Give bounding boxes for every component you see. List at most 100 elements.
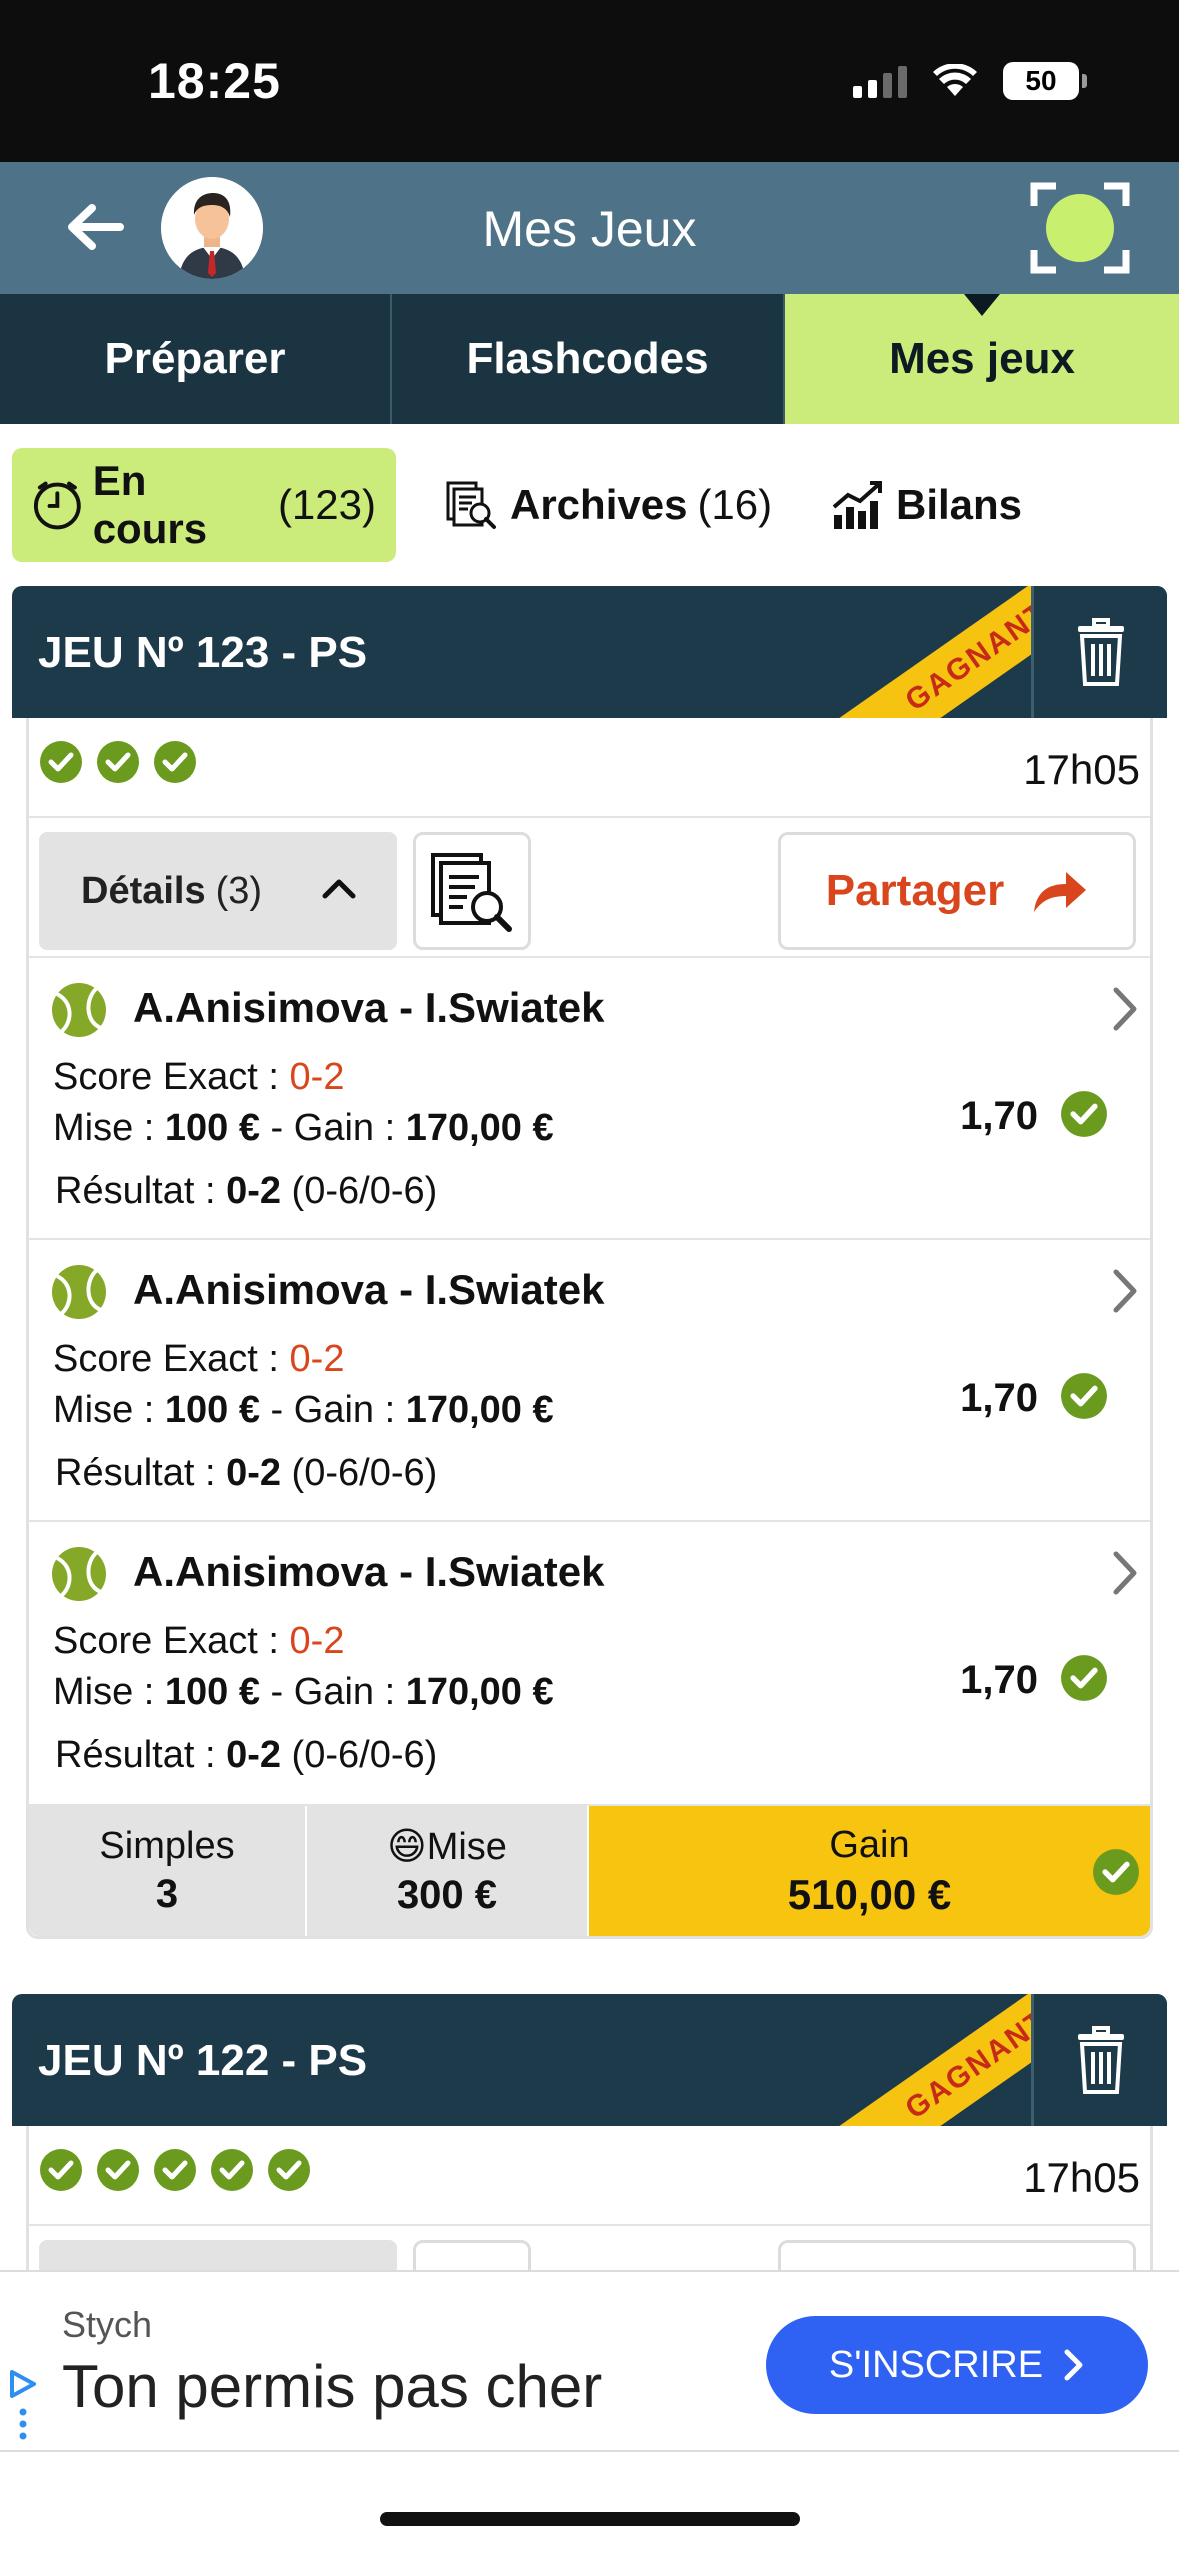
clock-icon xyxy=(33,481,81,530)
match-name: A.Anisimova - I.Swiatek xyxy=(133,984,605,1031)
chevron-right-icon xyxy=(1113,1269,1137,1313)
scan-qr-icon[interactable] xyxy=(1030,180,1130,276)
check-circle-icon xyxy=(97,741,139,783)
bet-result: Résultat : 0-2 (0-6/0-6) xyxy=(55,1452,438,1494)
chevron-up-icon xyxy=(322,879,356,899)
cellular-signal-icon xyxy=(853,64,907,98)
tennis-ball-icon xyxy=(52,1265,106,1319)
app-header: Mes Jeux xyxy=(0,162,1179,294)
ad-banner[interactable]: Stych Ton permis pas cher S'INSCRIRE xyxy=(0,2270,1179,2452)
summary-simples: Simples 3 xyxy=(29,1806,307,1936)
check-circle-icon xyxy=(211,2149,253,2191)
game-title: JEU Nº 122 - PS xyxy=(38,2036,368,2085)
check-circle-icon xyxy=(40,741,82,783)
subtab-bilans[interactable]: Bilans xyxy=(830,448,1022,562)
trash-icon xyxy=(1077,2026,1124,2094)
check-circle-icon xyxy=(1061,1373,1107,1419)
bet-type: Score Exact : 0-2 xyxy=(53,1056,345,1098)
game-time: 17h05 xyxy=(1023,2154,1140,2201)
status-checks xyxy=(39,740,197,784)
match-name: A.Anisimova - I.Swiatek xyxy=(133,1266,605,1313)
bet-result: Résultat : 0-2 (0-6/0-6) xyxy=(55,1170,438,1212)
summary-simples-value: 3 xyxy=(155,1872,179,1916)
bet-odds: 1,70 xyxy=(960,1094,1038,1138)
page-title: Mes Jeux xyxy=(482,201,697,257)
summary-mise-label: 😄Mise xyxy=(387,1826,507,1868)
smile-emoji-icon: 😄 xyxy=(387,1826,427,1868)
subtab-en-cours-label: En cours xyxy=(92,457,208,552)
chevron-right-icon xyxy=(1113,1551,1137,1595)
game-summary: Simples 3 😄Mise 300 € Gain 510,00 € xyxy=(29,1804,1150,1936)
status-bar: 18:25 50 xyxy=(0,0,1179,162)
game-card-header: JEU Nº 122 - PS GAGNANT xyxy=(12,1994,1167,2126)
tennis-ball-icon xyxy=(52,983,106,1037)
subtab-archives-count: (16) xyxy=(697,481,773,528)
match-name: A.Anisimova - I.Swiatek xyxy=(133,1548,605,1595)
bet-odds: 1,70 xyxy=(960,1376,1038,1420)
subtab-en-cours-count: (123) xyxy=(277,481,376,528)
delete-button[interactable] xyxy=(1031,586,1167,718)
ad-cta-button[interactable]: S'INSCRIRE xyxy=(766,2316,1148,2414)
game-card: JEU Nº 122 - PS GAGNANT 17h05 xyxy=(12,1994,1167,2276)
check-circle-icon xyxy=(1093,1849,1139,1895)
subtab-bilans-label: Bilans xyxy=(896,481,1023,528)
details-toggle-button[interactable]: Détails (3) xyxy=(39,832,397,950)
archive-search-icon xyxy=(446,481,496,529)
summary-mise-value: 300 € xyxy=(396,1873,498,1917)
subtab-en-cours[interactable]: En cours (123) xyxy=(12,448,396,562)
home-indicator[interactable] xyxy=(380,2512,800,2526)
bet-item[interactable]: A.Anisimova - I.Swiatek Score Exact : 0-… xyxy=(29,1522,1150,1804)
details-count: (3) xyxy=(215,869,263,912)
details-label: Détails xyxy=(81,869,206,912)
check-circle-icon xyxy=(268,2149,310,2191)
share-label: Partager xyxy=(825,866,1005,915)
bet-odds: 1,70 xyxy=(960,1658,1038,1702)
battery-icon: 50 xyxy=(1003,62,1087,100)
view-ticket-button[interactable] xyxy=(413,832,531,950)
status-time: 18:25 xyxy=(148,53,281,109)
game-title: JEU Nº 123 - PS xyxy=(38,628,368,677)
document-search-icon xyxy=(431,853,512,932)
ad-headline: Ton permis pas cher xyxy=(62,2353,603,2420)
ad-choices-icon[interactable] xyxy=(8,2368,38,2448)
ad-sponsor: Stych xyxy=(62,2304,153,2345)
bet-stake: Mise : 100 € - Gain : 170,00 € xyxy=(53,1389,554,1431)
bet-stake: Mise : 100 € - Gain : 170,00 € xyxy=(53,1107,554,1149)
bet-type: Score Exact : 0-2 xyxy=(53,1338,345,1380)
check-circle-icon xyxy=(154,2149,196,2191)
main-tab-bar: Préparer Flashcodes Mes jeux xyxy=(0,294,1179,424)
share-button[interactable]: Partager xyxy=(778,832,1136,950)
game-card: JEU Nº 123 - PS GAGNANT 17h05 Détails (3) xyxy=(12,586,1167,1939)
check-circle-icon xyxy=(40,2149,82,2191)
chevron-right-icon xyxy=(1064,2349,1083,2381)
bar-chart-icon xyxy=(832,481,882,529)
tab-preparer[interactable]: Préparer xyxy=(0,294,392,424)
bet-item[interactable]: A.Anisimova - I.Swiatek Score Exact : 0-… xyxy=(29,1240,1150,1522)
tennis-ball-icon xyxy=(52,1547,106,1601)
bet-stake: Mise : 100 € - Gain : 170,00 € xyxy=(53,1671,554,1713)
wifi-icon xyxy=(933,64,977,96)
summary-gain: Gain 510,00 € xyxy=(589,1806,1150,1936)
summary-gain-value: 510,00 € xyxy=(787,1870,952,1918)
bet-type: Score Exact : 0-2 xyxy=(53,1620,345,1662)
trash-icon xyxy=(1077,618,1124,686)
check-circle-icon xyxy=(1061,1091,1107,1137)
summary-simples-label: Simples xyxy=(99,1825,235,1867)
check-circle-icon xyxy=(154,741,196,783)
share-arrow-icon xyxy=(1034,872,1087,912)
summary-mise: 😄Mise 300 € xyxy=(307,1806,589,1936)
subtab-archives[interactable]: Archives (16) xyxy=(444,448,772,562)
summary-gain-label: Gain xyxy=(829,1823,910,1866)
delete-button[interactable] xyxy=(1031,1994,1167,2126)
bet-item[interactable]: A.Anisimova - I.Swiatek Score Exact : 0-… xyxy=(29,958,1150,1240)
status-checks xyxy=(39,2148,311,2192)
check-circle-icon xyxy=(97,2149,139,2191)
game-time: 17h05 xyxy=(1023,746,1140,793)
tab-mes-jeux[interactable]: Mes jeux xyxy=(785,294,1179,424)
check-circle-icon xyxy=(1061,1655,1107,1701)
bet-result: Résultat : 0-2 (0-6/0-6) xyxy=(55,1734,438,1776)
tab-flashcodes[interactable]: Flashcodes xyxy=(392,294,785,424)
game-card-header: JEU Nº 123 - PS GAGNANT xyxy=(12,586,1167,718)
ad-cta-label: S'INSCRIRE xyxy=(828,2343,1044,2386)
subtab-archives-label: Archives xyxy=(510,481,688,528)
